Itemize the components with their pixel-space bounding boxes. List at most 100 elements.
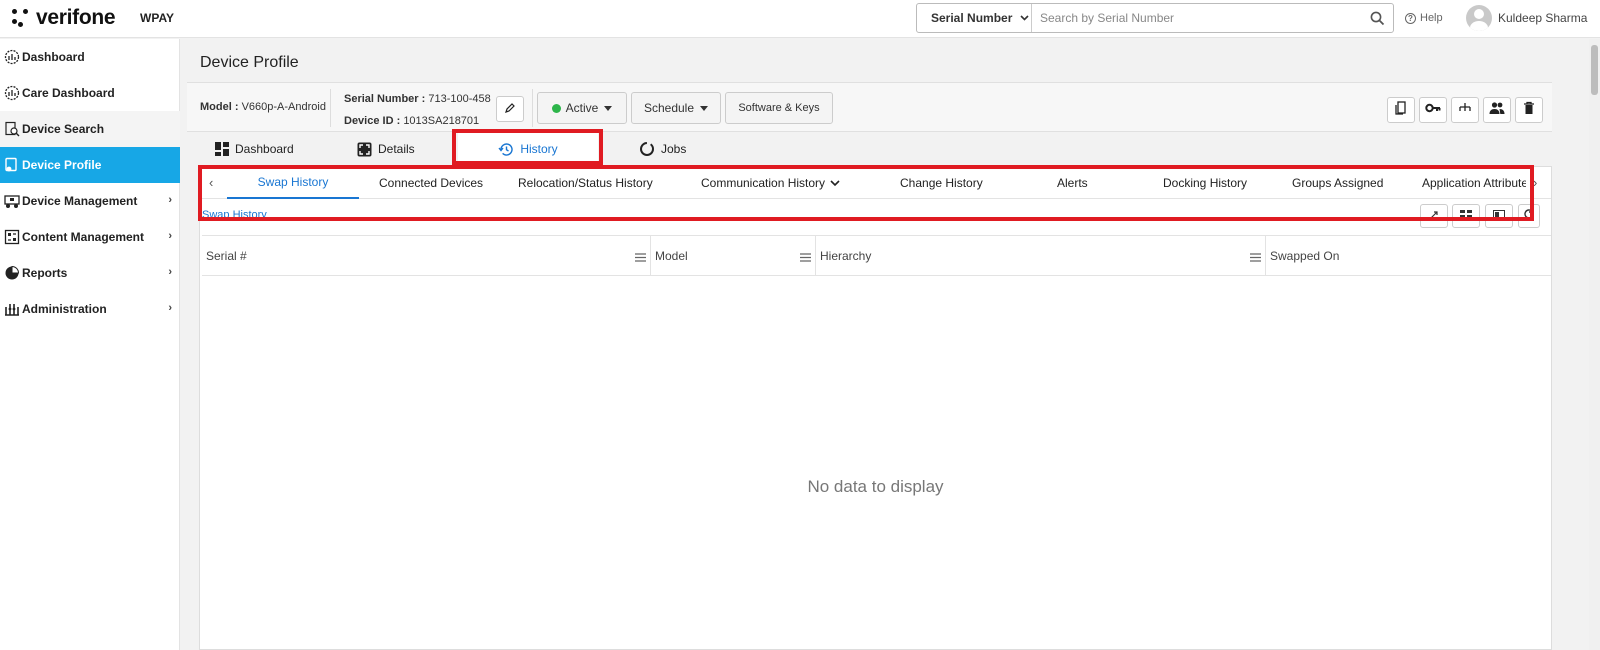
- pencil-icon: [504, 102, 516, 117]
- pie-chart-icon: [3, 265, 20, 282]
- chevron-right-icon: ›: [168, 230, 172, 242]
- layout-button[interactable]: [1485, 204, 1513, 228]
- subtab-change-history[interactable]: Change History: [900, 167, 983, 199]
- caret-down-icon: [700, 105, 709, 111]
- sidebar-item-administration[interactable]: Administration ›: [0, 291, 180, 327]
- serial-label: Serial Number :: [344, 93, 429, 105]
- schedule-label: Schedule: [643, 101, 695, 115]
- brand-name: verifone: [36, 6, 116, 29]
- hierarchy-button[interactable]: [1451, 97, 1479, 123]
- column-header-hierarchy[interactable]: Hierarchy: [816, 236, 1266, 276]
- key-button[interactable]: [1419, 97, 1447, 123]
- software-keys-button[interactable]: Software & Keys: [725, 92, 833, 124]
- verifone-logo[interactable]: verifone: [10, 6, 116, 30]
- question-circle-icon: ?: [1405, 12, 1416, 24]
- jobs-circle-icon: [639, 141, 655, 157]
- column-header-swapped-on[interactable]: Swapped On: [1266, 236, 1551, 276]
- search-type-select[interactable]: Serial Number: [917, 4, 1032, 32]
- search-icon[interactable]: [1361, 11, 1393, 26]
- hierarchy-icon: [1458, 101, 1472, 120]
- device-info-bar: Model : V660p-A-Android Serial Number : …: [187, 82, 1552, 132]
- sidebar-item-content-management[interactable]: Content Management ›: [0, 219, 180, 255]
- tab-label: Dashboard: [235, 142, 294, 156]
- status-label: Active: [565, 101, 599, 115]
- column-header-model[interactable]: Model: [651, 236, 816, 276]
- subtab-relocation-status-history[interactable]: Relocation/Status History: [518, 167, 653, 199]
- serial-info: Serial Number : 713-100-458: [344, 93, 491, 105]
- top-bar: verifone WPAY Serial Number ? Help Kulde…: [0, 0, 1600, 38]
- sidebar-item-label: Content Management: [22, 230, 145, 244]
- column-menu-icon[interactable]: [800, 251, 811, 265]
- logo-dots-icon: [10, 7, 32, 29]
- subtab-alerts[interactable]: Alerts: [1057, 167, 1088, 199]
- device-profile-icon: [3, 157, 20, 174]
- tab-details[interactable]: Details: [357, 132, 415, 166]
- column-label: Swapped On: [1270, 249, 1340, 263]
- column-label: Model: [655, 249, 688, 263]
- column-menu-icon[interactable]: [635, 251, 646, 265]
- main-content: Device Profile Model : V660p-A-Android S…: [187, 39, 1600, 650]
- administration-icon: [3, 301, 20, 318]
- sidebar-item-care-dashboard[interactable]: Care Dashboard: [0, 75, 180, 111]
- refresh-icon: [1523, 207, 1535, 225]
- status-dropdown[interactable]: Active: [537, 92, 627, 124]
- chevron-right-icon: ›: [168, 302, 172, 314]
- user-name: Kuldeep Sharma: [1498, 11, 1588, 25]
- delete-button[interactable]: [1515, 97, 1543, 123]
- search-input[interactable]: [1032, 4, 1361, 32]
- sidebar-item-label: Administration: [22, 302, 107, 316]
- subtab-communication-history[interactable]: Communication History: [701, 167, 840, 199]
- sidebar-item-device-profile[interactable]: Device Profile: [0, 147, 180, 183]
- key-icon: [1425, 101, 1441, 120]
- page-scrollbar[interactable]: [1589, 39, 1600, 650]
- subtab-swap-history[interactable]: Swap History: [227, 167, 359, 199]
- help-link[interactable]: ? Help: [1405, 12, 1443, 24]
- export-button[interactable]: [1420, 204, 1448, 228]
- columns-button[interactable]: [1452, 204, 1480, 228]
- subtab-docking-history[interactable]: Docking History: [1163, 167, 1247, 199]
- sidebar-item-reports[interactable]: Reports ›: [0, 255, 180, 291]
- avatar: [1466, 5, 1492, 31]
- column-label: Serial #: [206, 249, 247, 263]
- user-menu[interactable]: Kuldeep Sharma: [1466, 5, 1587, 31]
- search-type-label: Serial Number: [931, 11, 1013, 25]
- scrollbar-thumb[interactable]: [1591, 45, 1598, 95]
- subtab-groups-assigned[interactable]: Groups Assigned: [1292, 167, 1383, 199]
- edit-button[interactable]: [496, 96, 524, 122]
- sidebar-item-device-management[interactable]: Device Management ›: [0, 183, 180, 219]
- device-id-label: Device ID :: [344, 115, 404, 127]
- page-title: Device Profile: [200, 54, 299, 71]
- scroll-left-icon[interactable]: ‹: [209, 175, 213, 190]
- care-gauge-icon: [3, 85, 20, 102]
- sidebar-item-dashboard[interactable]: Dashboard: [0, 39, 180, 75]
- subtab-label: Communication History: [701, 176, 826, 190]
- tab-label: History: [520, 142, 558, 156]
- device-id-info: Device ID : 1013SA218701: [344, 115, 479, 127]
- model-info: Model : V660p-A-Android: [200, 101, 326, 113]
- tab-jobs[interactable]: Jobs: [639, 132, 686, 166]
- device-management-icon: [3, 193, 20, 210]
- tab-label: Jobs: [661, 142, 687, 156]
- tab-history[interactable]: History: [458, 132, 598, 166]
- chevron-down-icon: [1020, 13, 1029, 24]
- caret-down-icon: [604, 105, 613, 111]
- subtab-application-attribute[interactable]: Application Attribute: [1422, 167, 1526, 199]
- model-value: V660p-A-Android: [241, 101, 326, 113]
- refresh-button[interactable]: [1518, 204, 1540, 228]
- history-subtabs: ‹ Swap History Connected Devices Relocat…: [200, 167, 1551, 199]
- sidebar-item-label: Device Profile: [22, 158, 102, 172]
- column-header-serial[interactable]: Serial #: [202, 236, 651, 276]
- tab-dashboard[interactable]: Dashboard: [215, 132, 294, 166]
- sidebar-item-device-search[interactable]: Device Search: [0, 111, 180, 147]
- schedule-dropdown[interactable]: Schedule: [631, 92, 721, 124]
- divider: [532, 89, 533, 127]
- tab-label: Details: [378, 142, 415, 156]
- scroll-right-icon[interactable]: ›: [1533, 175, 1537, 190]
- column-menu-icon[interactable]: [1250, 251, 1261, 265]
- history-icon: [498, 142, 514, 157]
- device-copy-button[interactable]: [1387, 97, 1415, 123]
- sidebar-item-label: Care Dashboard: [22, 86, 115, 100]
- users-button[interactable]: [1483, 97, 1511, 123]
- users-icon: [1489, 101, 1505, 120]
- subtab-connected-devices[interactable]: Connected Devices: [379, 167, 483, 199]
